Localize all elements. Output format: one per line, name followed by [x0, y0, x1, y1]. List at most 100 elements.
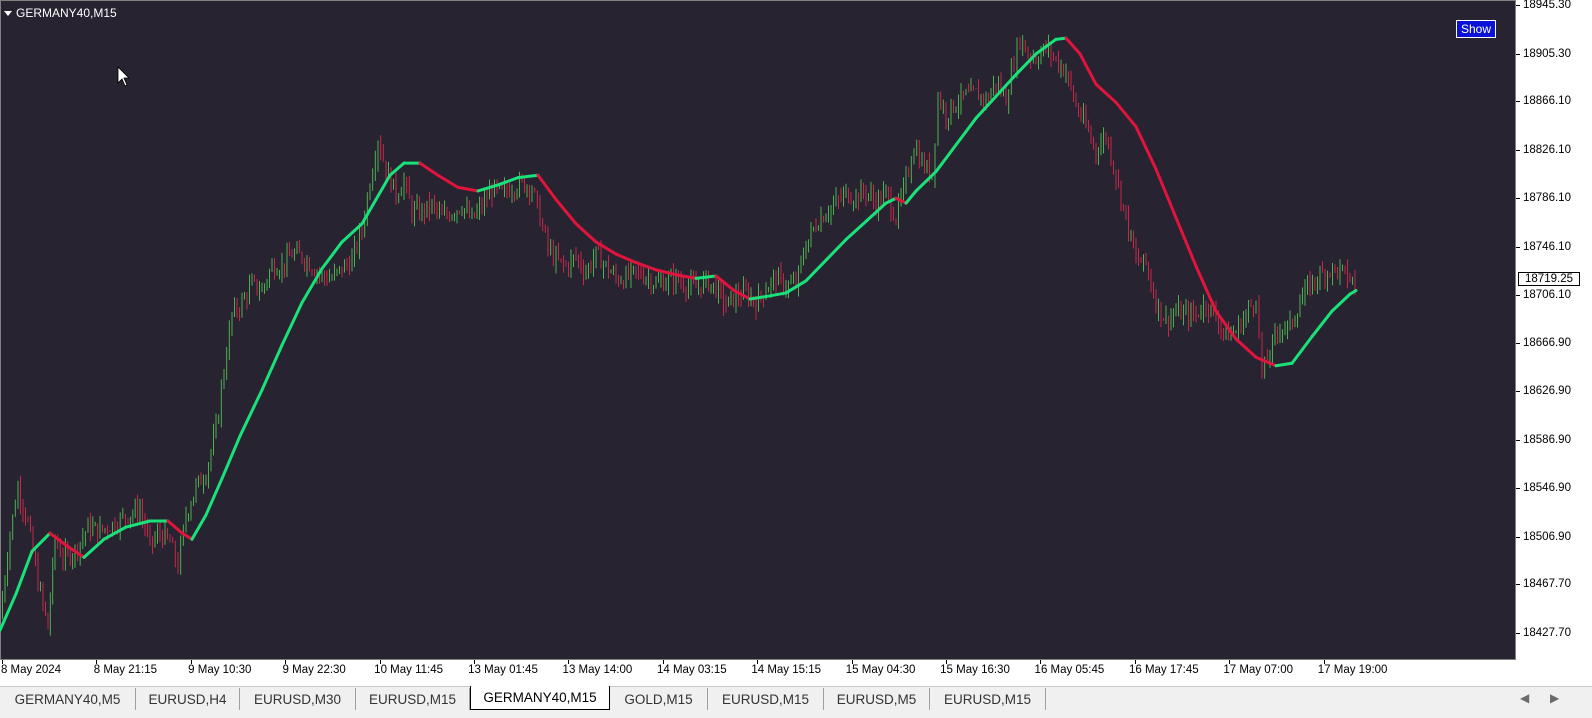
chart-tabs-bar: GERMANY40,M5 EURUSD,H4 EURUSD,M30 EURUSD,M1… — [0, 686, 1592, 718]
symbol-label[interactable]: GERMANY40,M15 — [4, 6, 117, 20]
price-tick-label: 18586.90 — [1523, 433, 1571, 446]
time-tick-label: 15 May 04:30 — [845, 664, 916, 676]
chart-tab[interactable]: GERMANY40,M5 — [0, 688, 136, 710]
price-tick-mark — [1516, 246, 1520, 248]
chart-tab[interactable]: GERMANY40,M15 — [470, 686, 610, 710]
trend-segment-up — [30, 531, 52, 553]
trend-segment-up — [388, 161, 406, 177]
trend-segment-down — [1078, 52, 1098, 86]
price-tick-label: 18467.70 — [1523, 578, 1571, 591]
trend-segment-up — [1310, 309, 1334, 339]
chart-tab[interactable]: EURUSD,M5 — [824, 688, 930, 710]
time-tick-label: 14 May 15:15 — [751, 664, 822, 676]
mouse-cursor-icon — [117, 66, 130, 87]
trend-segment-up — [764, 291, 788, 299]
trend-segment-up — [1274, 361, 1294, 368]
time-tick-label: 16 May 17:45 — [1128, 664, 1199, 676]
price-tick-label: 18506.90 — [1523, 530, 1571, 543]
price-tick-mark — [1516, 295, 1520, 297]
symbol-text: GERMANY40,M15 — [16, 6, 117, 20]
trend-line — [0, 36, 1358, 632]
trend-segment-down — [1134, 125, 1158, 171]
chart-svg[interactable] — [0, 0, 1516, 660]
time-tick-label: 17 May 19:00 — [1317, 664, 1388, 676]
trend-segment-up — [1014, 52, 1038, 77]
price-tick-mark — [1516, 391, 1520, 393]
price-tick-mark — [1516, 439, 1520, 441]
chart-plot-area[interactable]: GERMANY40,M15 Show — [0, 0, 1516, 660]
price-tick-label: 18706.10 — [1523, 289, 1571, 302]
price-tick-label: 18826.10 — [1523, 143, 1571, 156]
trend-segment-up — [360, 197, 378, 226]
time-tick-label: 8 May 2024 — [0, 664, 62, 676]
trend-segment-up — [1290, 335, 1314, 365]
price-tick-label: 18546.90 — [1523, 482, 1571, 495]
price-tick-mark — [1516, 633, 1520, 634]
time-axis[interactable]: 8 May 2024 8 May 21:15 9 May 10:30 9 May 22… — [0, 660, 1516, 676]
chart-tab[interactable]: EURUSD,M15 — [930, 688, 1046, 710]
trend-segment-down — [614, 252, 638, 265]
trend-segment-down — [1174, 216, 1198, 268]
trend-segment-up — [1054, 36, 1068, 41]
price-tick-label: 18427.70 — [1523, 627, 1571, 639]
time-tick-label: 16 May 05:45 — [1034, 664, 1105, 676]
current-price-label: 18719.25 — [1518, 272, 1580, 287]
chart-tab[interactable]: EURUSD,M30 — [240, 688, 356, 710]
price-tick-label: 18746.10 — [1523, 240, 1571, 253]
price-tick-mark — [1516, 488, 1520, 490]
price-tick-label: 18626.90 — [1523, 385, 1571, 398]
trend-segment-up — [934, 143, 958, 174]
time-tick-label: 9 May 10:30 — [188, 664, 252, 676]
chart-tab[interactable]: EURUSD,M15 — [356, 688, 470, 710]
trend-segment-up — [496, 176, 520, 187]
trend-segment-up — [280, 301, 304, 347]
price-tick-mark — [1516, 536, 1520, 538]
time-tick-label: 8 May 21:15 — [93, 664, 158, 676]
candles — [2, 34, 1356, 636]
trend-segment-up — [694, 274, 718, 280]
chart-tab[interactable]: EURUSD,M15 — [708, 688, 824, 710]
collapse-triangle-icon[interactable] — [4, 10, 12, 16]
trend-segment-down — [1064, 36, 1082, 56]
price-tick-label: 18666.90 — [1523, 336, 1571, 349]
trend-segment-up — [804, 258, 828, 283]
chart-window[interactable]: GERMANY40,M15 Show 18945.30 18905.30 18866… — [0, 0, 1592, 676]
time-tick-label: 9 May 22:30 — [282, 664, 346, 676]
trend-segment-down — [574, 222, 598, 244]
price-tick-mark — [1516, 342, 1520, 344]
trend-segment-up — [516, 173, 540, 180]
trend-segment-up — [14, 549, 34, 596]
price-tick-mark — [1516, 5, 1520, 6]
trend-segment-down — [1234, 337, 1258, 359]
price-axis[interactable]: 18945.30 18905.30 18866.10 18826.10 18786.10… — [1516, 0, 1592, 660]
time-tick-label: 15 May 16:30 — [940, 664, 1010, 676]
time-tick-label: 14 May 03:15 — [656, 664, 727, 676]
trend-segment-down — [1114, 100, 1138, 129]
chart-tab[interactable]: GOLD,M15 — [610, 688, 708, 710]
trend-segment-up — [1330, 292, 1352, 313]
trend-segment-up — [844, 219, 868, 242]
trend-segment-up — [238, 388, 264, 438]
chart-tab[interactable]: EURUSD,H4 — [136, 688, 240, 710]
price-tick-label: 18866.10 — [1523, 95, 1571, 108]
tab-scroll-right-icon[interactable]: ▶ — [1550, 691, 1559, 705]
trend-segment-down — [536, 173, 558, 201]
trend-segment-down — [456, 185, 480, 193]
time-tick-label: 17 May 07:00 — [1223, 664, 1294, 676]
trend-segment-down — [436, 173, 460, 189]
trend-segment-up — [824, 238, 848, 262]
trend-segment-down — [554, 197, 578, 226]
price-tick-label: 18945.30 — [1523, 0, 1571, 11]
trend-segment-down — [1094, 82, 1118, 104]
trend-segment-up — [320, 240, 344, 271]
price-tick-mark — [1516, 149, 1520, 151]
time-tick-label: 13 May 14:00 — [562, 664, 633, 676]
trend-segment-up — [374, 173, 392, 201]
show-button[interactable]: Show — [1456, 20, 1496, 38]
price-tick-label: 18786.10 — [1523, 192, 1571, 205]
price-tick-label: 18905.30 — [1523, 47, 1571, 60]
tab-scroll-left-icon[interactable]: ◀ — [1520, 691, 1529, 705]
trend-segment-up — [954, 116, 978, 147]
trend-segment-up — [914, 170, 938, 193]
time-tick-label: 10 May 11:45 — [374, 664, 444, 676]
